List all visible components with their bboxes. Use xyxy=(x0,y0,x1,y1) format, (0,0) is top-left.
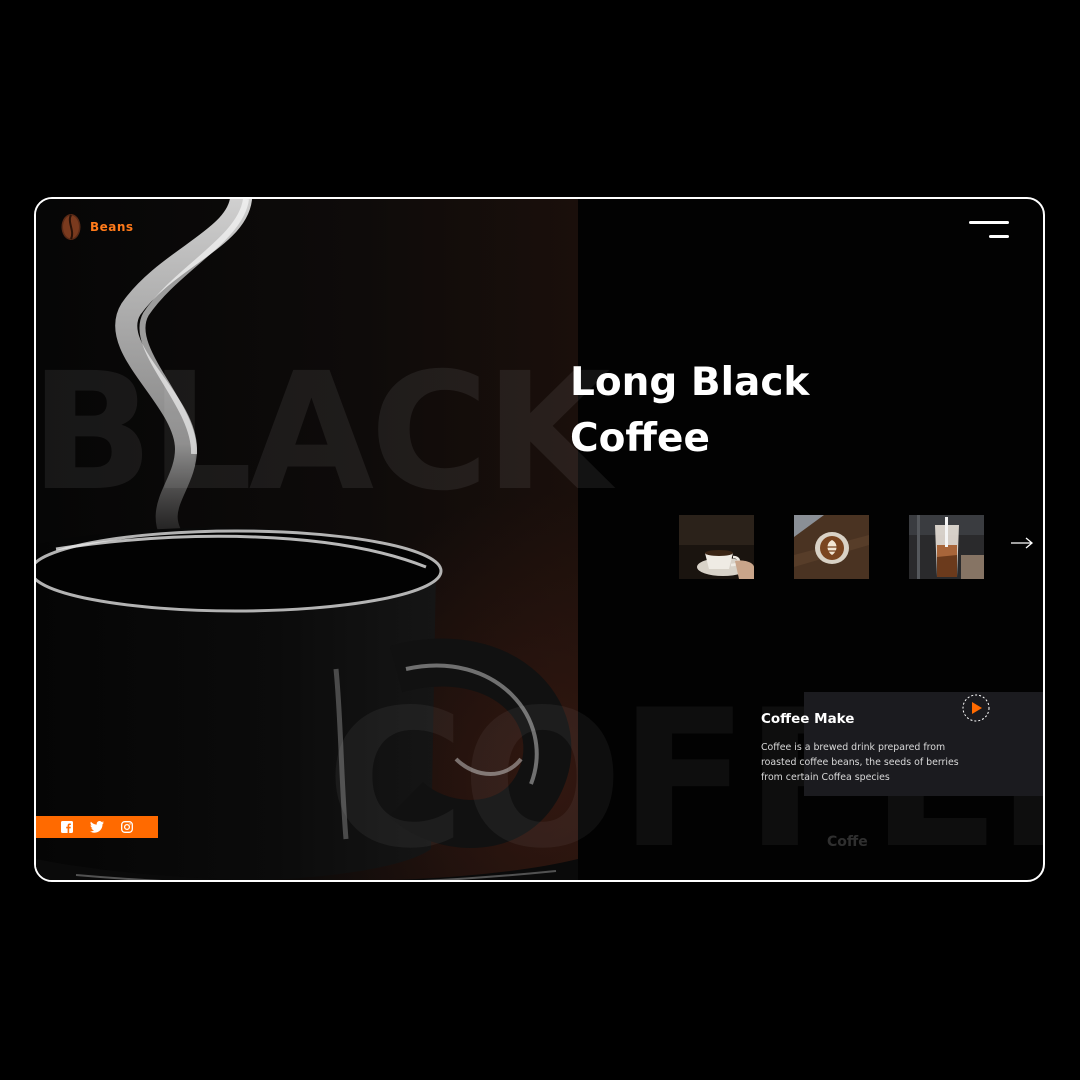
thumbnail-iced-coffee[interactable] xyxy=(909,515,984,579)
hero-coffee-photo xyxy=(36,199,578,880)
coffee-bean-icon xyxy=(61,214,81,240)
hero-frame: BLACK COFFEE Coffe Beans Long Black Coff… xyxy=(34,197,1045,882)
hero-title-line-2: Coffee xyxy=(570,416,710,461)
hero-title: Long Black Coffee xyxy=(570,355,890,467)
info-card-title: Coffee Make xyxy=(761,711,855,727)
thumbnail-latte-art[interactable] xyxy=(794,515,869,579)
hamburger-menu-icon[interactable] xyxy=(969,221,1009,241)
info-card-text: Coffee is a brewed drink prepared from r… xyxy=(761,742,959,783)
facebook-icon[interactable] xyxy=(60,820,74,834)
arrow-right-icon[interactable] xyxy=(1010,535,1034,551)
thumbnail-coffee-cup[interactable] xyxy=(679,515,754,579)
hero-title-line-1: Long Black xyxy=(570,360,810,405)
brand-logo[interactable]: Beans xyxy=(60,213,134,241)
gallery-thumbnails xyxy=(679,515,984,579)
brand-name: Beans xyxy=(90,220,134,234)
social-links-bar xyxy=(36,816,158,838)
play-icon[interactable] xyxy=(962,694,990,722)
twitter-icon[interactable] xyxy=(90,820,104,834)
background-word-small: Coffe xyxy=(827,834,868,850)
instagram-icon[interactable] xyxy=(120,820,134,834)
